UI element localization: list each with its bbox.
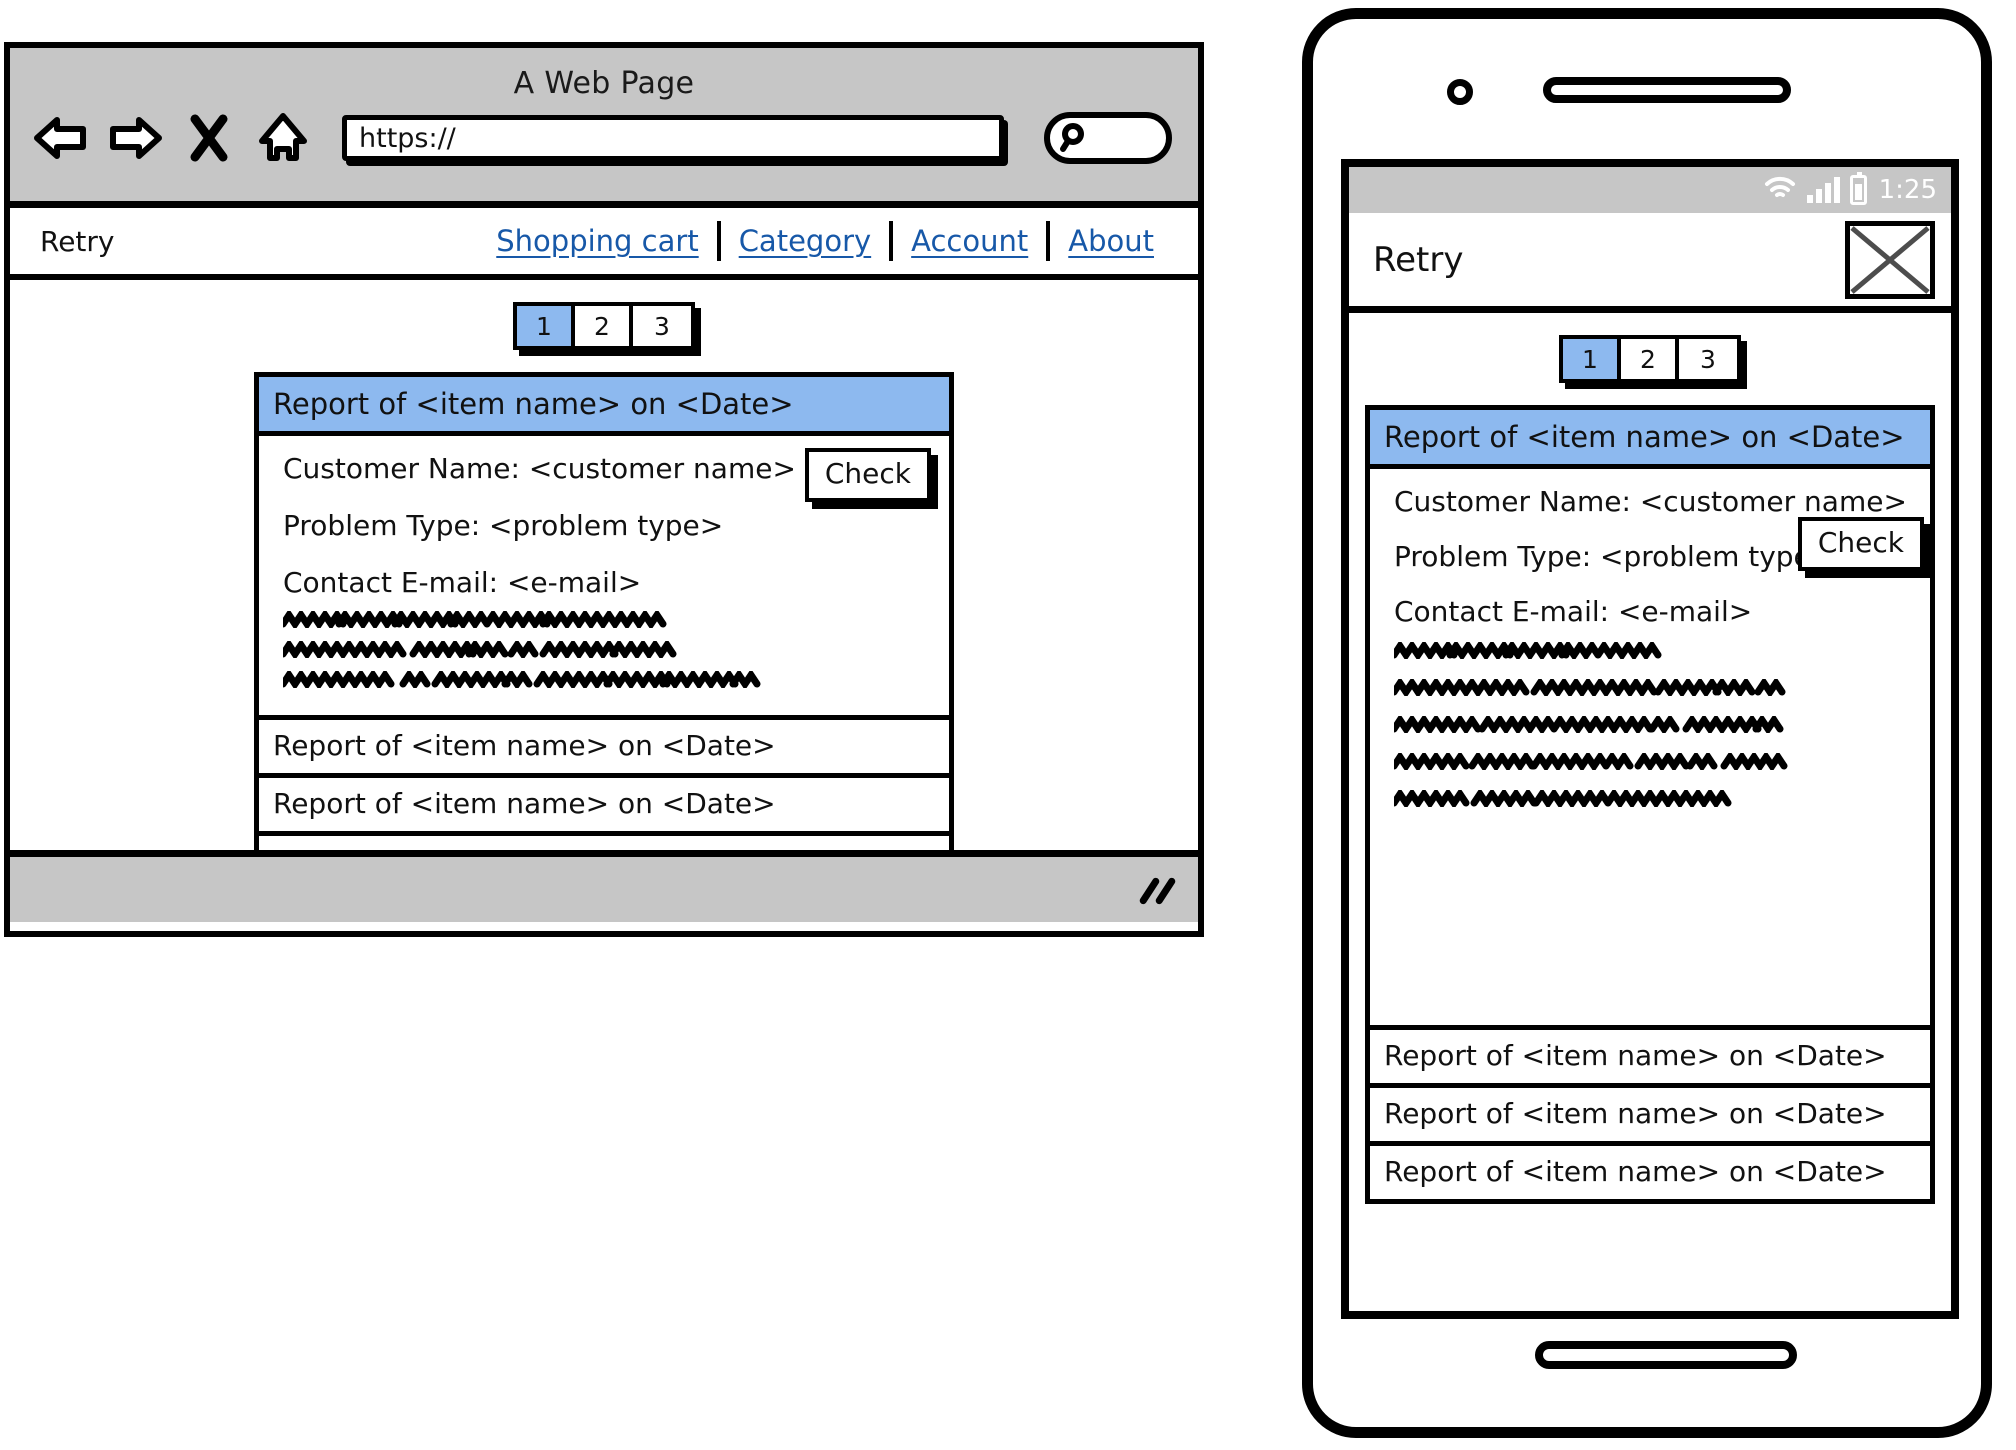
phone-screen: 1:25 Retry 1 2 3 Report of <item name> o…	[1341, 159, 1959, 1319]
scribble-line	[1390, 750, 1914, 773]
nav-link-shopping-cart[interactable]: Shopping cart	[478, 224, 716, 258]
search-input[interactable]	[1044, 112, 1172, 164]
scribble-line	[1390, 639, 1914, 662]
pagination-page-1[interactable]: 1	[1563, 339, 1621, 379]
browser-chrome: A Web Page https://	[10, 48, 1198, 208]
phone-device: 1:25 Retry 1 2 3 Report of <item name> o…	[1302, 8, 1992, 1438]
site-nav-links: Shopping cart Category Account About	[478, 221, 1172, 261]
search-icon	[1058, 121, 1092, 155]
url-input[interactable]: https://	[342, 115, 1004, 161]
nav-link-category[interactable]: Category	[721, 224, 889, 258]
scribble-line	[1390, 713, 1914, 736]
report-row[interactable]: Report of <item name> on <Date>	[254, 778, 954, 836]
placeholder-text-block	[279, 608, 933, 691]
phone-page-content: 1 2 3 Report of <item name> on <Date> Ch…	[1349, 313, 1951, 1311]
scribble-line	[279, 608, 933, 631]
cellular-signal-icon	[1806, 177, 1840, 203]
forward-arrow-icon[interactable]	[106, 109, 164, 167]
window-title: A Web Page	[513, 66, 695, 101]
placeholder-text-block	[1390, 639, 1914, 810]
app-bar: Retry	[1349, 213, 1951, 313]
site-brand: Retry	[40, 224, 115, 258]
scribble-line	[1390, 676, 1914, 699]
browser-footer	[10, 850, 1198, 922]
expanded-report-card: Report of <item name> on <Date> Check Cu…	[1365, 405, 1935, 1030]
check-button[interactable]: Check	[1797, 517, 1924, 571]
nav-link-account[interactable]: Account	[893, 224, 1046, 258]
app-title: Retry	[1373, 239, 1464, 280]
home-icon[interactable]	[254, 109, 312, 167]
pagination-page-3[interactable]: 3	[1679, 339, 1737, 379]
pagination-page-3[interactable]: 3	[633, 306, 691, 346]
url-value: https://	[359, 122, 456, 154]
pagination: 1 2 3	[1559, 335, 1741, 383]
check-button[interactable]: Check	[804, 448, 931, 502]
field-customer-name: Customer Name: <customer name>	[1394, 485, 1907, 518]
pagination-page-2[interactable]: 2	[575, 306, 633, 346]
site-navigation-bar: Retry Shopping cart Category Account Abo…	[10, 208, 1198, 280]
field-contact-email: Contact E-mail: <e-mail>	[1394, 595, 1753, 628]
report-card-body: Check Customer Name: <customer name> Pro…	[259, 436, 949, 715]
battery-icon	[1849, 172, 1867, 205]
page-content: 1 2 3 Report of <item name> on <Date> Ch…	[10, 280, 1198, 850]
pagination-page-1[interactable]: 1	[517, 306, 575, 346]
report-card-header[interactable]: Report of <item name> on <Date>	[259, 377, 949, 436]
close-x-icon[interactable]	[180, 109, 238, 167]
resize-grip-icon[interactable]	[1138, 876, 1180, 910]
status-time: 1:25	[1878, 175, 1937, 205]
back-arrow-icon[interactable]	[32, 109, 90, 167]
earpiece-speaker	[1543, 77, 1791, 103]
field-contact-email: Contact E-mail: <e-mail>	[283, 566, 642, 599]
browser-window: A Web Page https:// Retry Shopping cart …	[4, 42, 1204, 937]
front-camera-icon	[1447, 79, 1473, 105]
scribble-line	[1390, 787, 1914, 810]
report-card-header[interactable]: Report of <item name> on <Date>	[1370, 410, 1930, 469]
wifi-icon	[1763, 175, 1797, 205]
report-row[interactable]: Report of <item name> on <Date>	[1365, 1088, 1935, 1146]
nav-link-about[interactable]: About	[1050, 224, 1172, 258]
status-bar: 1:25	[1349, 167, 1951, 213]
home-button[interactable]	[1535, 1341, 1797, 1369]
expanded-report-card: Report of <item name> on <Date> Check Cu…	[254, 372, 954, 720]
field-problem-type: Problem Type: <problem type>	[283, 509, 724, 542]
report-row[interactable]: Report of <item name> on <Date>	[1365, 1146, 1935, 1204]
report-row[interactable]: Report of <item name> on <Date>	[254, 836, 954, 850]
pagination: 1 2 3	[513, 302, 695, 350]
report-row[interactable]: Report of <item name> on <Date>	[1365, 1030, 1935, 1088]
scribble-line	[279, 638, 933, 661]
pagination-page-2[interactable]: 2	[1621, 339, 1679, 379]
report-row[interactable]: Report of <item name> on <Date>	[254, 720, 954, 778]
scribble-line	[279, 668, 933, 691]
report-card-body: Check Customer Name: <customer name> Pro…	[1370, 469, 1930, 834]
image-placeholder-icon[interactable]	[1845, 220, 1935, 299]
